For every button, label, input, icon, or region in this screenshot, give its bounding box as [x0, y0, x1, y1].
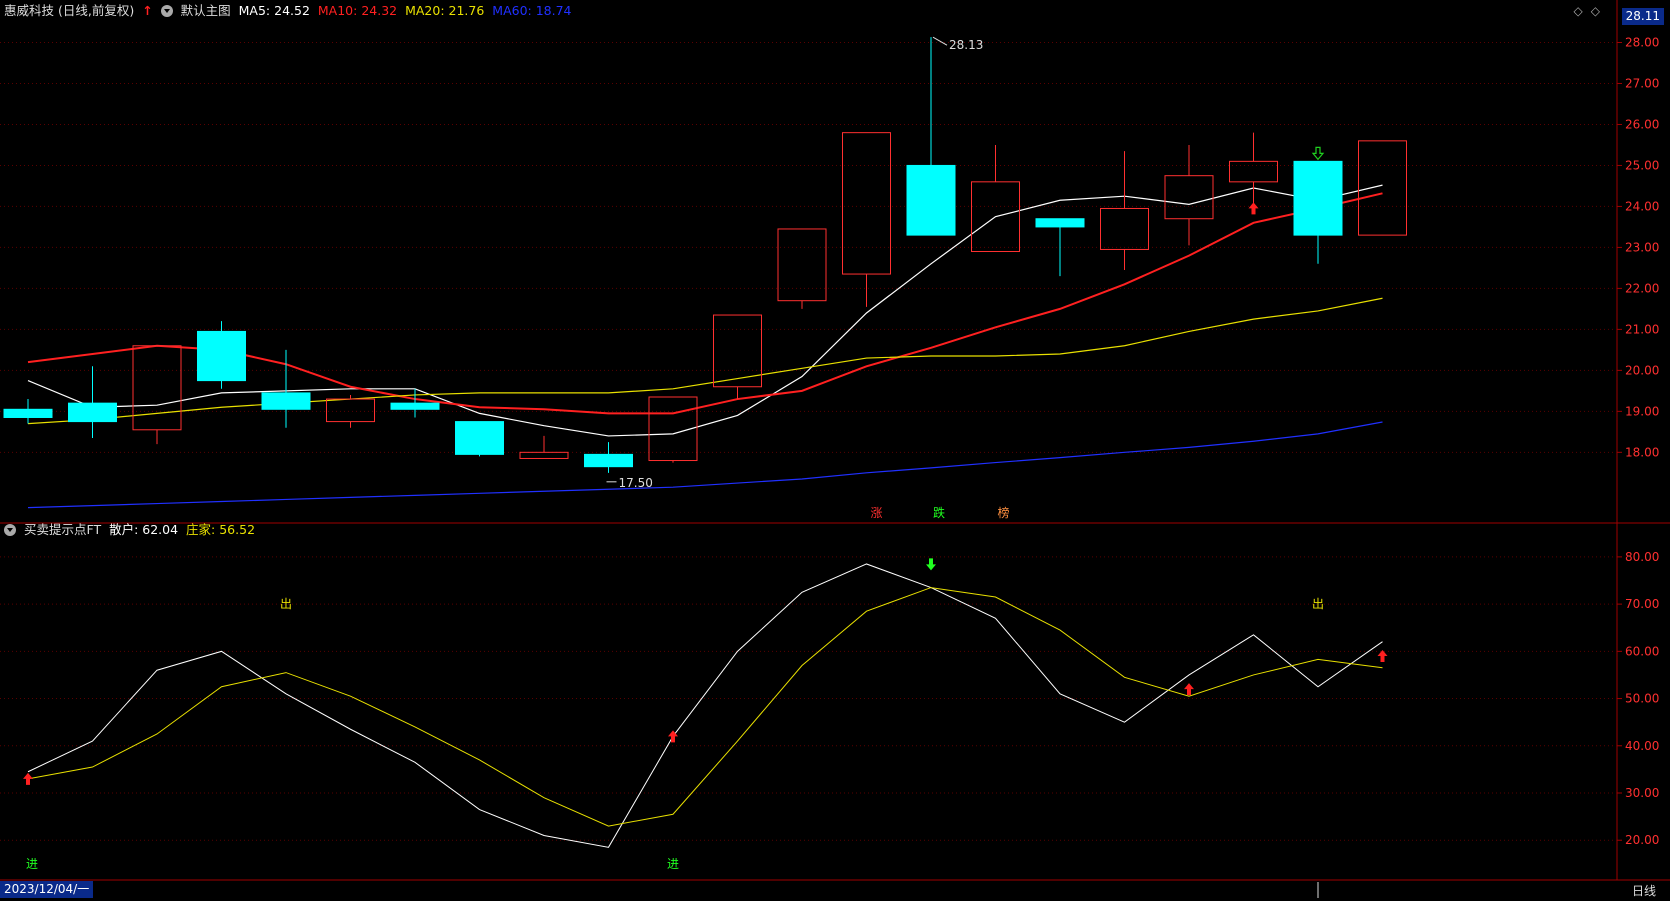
in-signal-label: 进 — [26, 857, 38, 871]
y-tick-label: 18.00 — [1625, 445, 1659, 459]
stock-chart-window: 28.00 27.00 26.00 25.00 24.00 23.00 22.00 21.00… — [0, 0, 1670, 901]
collapse-icon[interactable]: ◇ — [1591, 4, 1608, 18]
dealer-value: 庄家: 56.52 — [186, 522, 256, 537]
out-signal-label: 出 — [280, 597, 292, 611]
indicator-tick-label: 30.00 — [1625, 786, 1659, 800]
y-tick-label: 28.00 — [1625, 35, 1659, 49]
indicator-tick-label: 50.00 — [1625, 692, 1659, 706]
window-controls[interactable]: ◇◇ — [1574, 4, 1608, 18]
in-signal-label: 进 — [667, 857, 679, 871]
candle-body — [1100, 207, 1149, 250]
rank-marker: 榜 — [997, 505, 1009, 520]
ma20-value: MA20: 21.76 — [405, 3, 485, 18]
y-tick-label: 21.00 — [1625, 322, 1659, 336]
candle-body — [1293, 160, 1343, 236]
high-price-pointer — [932, 36, 948, 46]
indicator-tick-label: 80.00 — [1625, 550, 1659, 564]
main-chart-header: 惠威科技 (日线,前复权) ↑ 默认主图 MA5: 24.52 MA10: 24… — [4, 0, 576, 22]
candle-body — [197, 330, 246, 382]
candle-body — [3, 408, 53, 418]
candle-body — [261, 392, 311, 410]
candle-body — [1358, 140, 1407, 236]
ma10-value: MA10: 24.32 — [317, 3, 398, 18]
rise-marker: 涨 — [870, 505, 882, 520]
candle-body — [68, 402, 117, 423]
y-tick-label: 24.00 — [1625, 199, 1659, 213]
candle-body — [584, 453, 633, 468]
y-tick-label: 22.00 — [1625, 281, 1659, 295]
candle-body — [390, 402, 440, 410]
indicator-tick-label: 70.00 — [1625, 597, 1659, 611]
indicator-tick-label: 60.00 — [1625, 644, 1659, 658]
stock-name[interactable]: 惠威科技 (日线,前复权) — [4, 3, 134, 18]
high-price-label: 28.13 — [949, 38, 983, 52]
main-chart-label[interactable]: 默认主图 — [181, 3, 231, 18]
buy-arrow-icon — [1248, 202, 1259, 215]
fall-marker: 跌 — [933, 505, 945, 520]
ma-line-ma60 — [27, 421, 1383, 509]
candle-body — [1164, 175, 1214, 220]
retail-value: 散户: 62.04 — [109, 522, 179, 537]
sell-arrow-icon — [1311, 146, 1325, 161]
out-signal-label: 出 — [1312, 597, 1324, 611]
indicator-tick-label: 40.00 — [1625, 739, 1659, 753]
candle-body — [1035, 218, 1085, 228]
y-tick-label: 26.00 — [1625, 117, 1659, 131]
ma60-value: MA60: 18.74 — [492, 3, 572, 18]
candle-body — [326, 398, 375, 423]
buy-arrow-icon — [1377, 650, 1388, 663]
period-label[interactable]: 日线 — [1632, 882, 1656, 899]
y-tick-label: 20.00 — [1625, 363, 1659, 377]
chart-canvas[interactable]: 28.00 27.00 26.00 25.00 24.00 23.00 22.00 21.00… — [0, 0, 1670, 901]
candle-body — [906, 164, 956, 236]
buy-arrow-icon — [23, 772, 33, 785]
candle-body — [519, 451, 569, 459]
up-arrow-icon: ↑ — [142, 3, 153, 18]
dropdown-circle-icon[interactable] — [160, 5, 173, 17]
indicator-line-1 — [27, 587, 1383, 827]
indicator-tick-label: 20.00 — [1625, 833, 1659, 847]
candle-body — [455, 421, 504, 455]
ma-line-ma5 — [27, 184, 1383, 437]
ma5-value: MA5: 24.52 — [238, 3, 310, 18]
candle-body — [842, 132, 891, 275]
candle-body — [1229, 160, 1278, 183]
dropdown-circle-icon[interactable] — [4, 524, 16, 536]
y-tick-label: 23.00 — [1625, 240, 1659, 254]
current-price-box: 28.11 — [1621, 8, 1664, 25]
low-price-label: 17.50 — [619, 476, 653, 490]
diamond-icon[interactable]: ◇ — [1574, 4, 1591, 18]
indicator-line-0 — [27, 563, 1383, 848]
y-tick-label: 27.00 — [1625, 76, 1659, 90]
buy-arrow-icon — [1184, 683, 1194, 696]
candle-body — [132, 345, 182, 431]
y-tick-label: 19.00 — [1625, 404, 1659, 418]
indicator-header: 买卖提示点FT 散户: 62.04 庄家: 56.52 — [4, 519, 259, 541]
sell-arrow-icon — [926, 558, 936, 571]
candle-body — [777, 228, 827, 302]
y-tick-label: 25.00 — [1625, 158, 1659, 172]
date-cursor: 2023/12/04/一 — [0, 881, 94, 898]
indicator-title[interactable]: 买卖提示点FT — [24, 522, 101, 537]
